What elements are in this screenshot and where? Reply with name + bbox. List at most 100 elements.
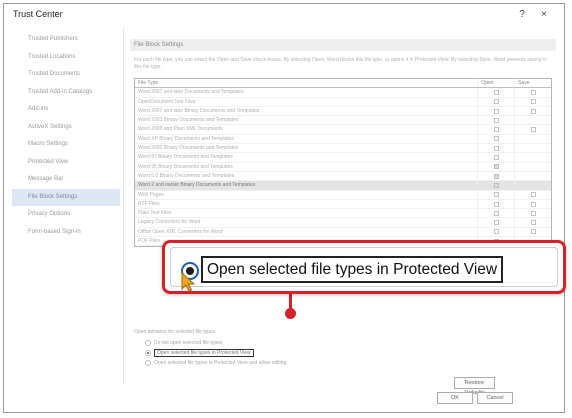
callout-inner: Open selected file types in Protected Vi… [170,247,558,287]
table-row[interactable]: Word 2 and earlier Binary Documents and … [135,181,551,191]
option-do-not-open[interactable]: Do not open selected file types [145,339,222,347]
file-type-cell: Office Open XML Converters for Word [138,228,223,235]
open-cell [477,97,514,106]
sidebar-item-trusted-add-in-catalogs[interactable]: Trusted Add-in Catalogs [12,84,120,102]
save-cell [514,88,551,97]
file-type-cell: Word 2 and earlier Binary Documents and … [138,182,256,189]
save-cell [514,144,551,153]
save-checkbox[interactable] [530,127,536,133]
save-cell [514,116,551,125]
table-row[interactable]: Word 95 Binary Documents and Templates [135,162,551,172]
sidebar-item-trusted-documents[interactable]: Trusted Documents [12,66,120,84]
sidebar-item-trusted-locations[interactable]: Trusted Locations [12,49,120,67]
open-checkbox[interactable] [493,89,499,95]
table-row[interactable]: OpenDocument Text Files [135,97,551,107]
file-type-cell: Legacy Converters for Word [138,219,201,226]
table-header: File Type Open Save [135,79,551,89]
sidebar-item-privacy-options[interactable]: Privacy Options [12,206,120,224]
save-checkbox[interactable] [530,108,536,114]
sidebar-item-macro-settings[interactable]: Macro Settings [12,136,120,154]
file-type-cell: Word 2007 and later Documents and Templa… [138,89,244,96]
radio-open-protected-view[interactable] [145,350,151,356]
table-row[interactable]: Word 2003 and Plain XML Documents [135,125,551,135]
help-button[interactable]: ? [513,7,531,23]
close-button[interactable]: × [535,7,553,23]
save-cell [514,162,551,171]
table-row[interactable]: Word 97 Binary Documents and Templates [135,153,551,163]
open-checkbox[interactable] [493,145,499,151]
file-type-cell: RTF Files [138,200,160,207]
sidebar-item-activex-settings[interactable]: ActiveX Settings [12,119,120,137]
sidebar-item-protected-view[interactable]: Protected View [12,154,120,172]
save-checkbox[interactable] [530,201,536,207]
radio-open-protected-view-allow-editing[interactable] [145,360,151,366]
open-checkbox[interactable] [493,201,499,207]
sidebar-item-add-ins[interactable]: Add-ins [12,101,120,119]
save-checkbox[interactable] [530,210,536,216]
open-cell [477,125,514,134]
save-checkbox[interactable] [530,192,536,198]
option-open-protected-view-allow-editing-label: Open selected file types in Protected Vi… [154,360,287,366]
sidebar-item-message-bar[interactable]: Message Bar [12,171,120,189]
open-checkbox[interactable] [493,229,499,235]
table-row[interactable]: Word 6.0 Binary Documents and Templates [135,171,551,182]
open-checkbox[interactable] [493,136,499,142]
zoom-callout: Open selected file types in Protected Vi… [162,240,566,294]
open-checkbox[interactable] [493,173,499,179]
open-checkbox[interactable] [493,220,499,226]
save-checkbox[interactable] [530,229,536,235]
open-checkbox[interactable] [493,108,499,114]
main-panel: File Block Settings For each file type, … [128,31,558,396]
table-row[interactable]: Word 2007 and later Documents and Templa… [135,88,551,98]
file-type-cell: Word 2000 Binary Documents and Templates [138,145,239,152]
open-checkbox[interactable] [493,164,499,170]
radio-do-not-open[interactable] [145,340,151,346]
cancel-button[interactable]: Cancel [477,392,513,404]
option-do-not-open-label: Do not open selected file types [154,340,223,346]
callout-pointer-dot [285,308,296,319]
open-checkbox[interactable] [493,210,499,216]
file-type-cell: Word XP Binary Documents and Templates [138,135,234,142]
table-row[interactable]: Legacy Converters for Word [135,218,551,228]
save-cell [514,227,551,237]
option-open-protected-view[interactable]: Open selected file types in Protected Vi… [145,349,254,357]
sidebar-item-file-block-settings[interactable]: File Block Settings [12,188,120,206]
open-checkbox[interactable] [493,182,499,188]
save-checkbox[interactable] [530,220,536,226]
open-cell [477,116,514,125]
sidebar-divider [123,28,124,384]
table-row[interactable]: Word 2003 Binary Documents and Templates [135,116,551,126]
open-checkbox[interactable] [493,99,499,105]
open-cell [477,88,514,97]
open-checkbox[interactable] [493,192,499,198]
open-behavior-label: Open behavior for selected file types: [134,329,217,335]
save-checkbox[interactable] [530,99,536,105]
table-row[interactable]: Office Open XML Converters for Word [135,227,551,238]
column-header-file-type: File Type [138,80,159,86]
open-cell [477,190,514,199]
callout-option-label: Open selected file types in Protected Vi… [201,256,504,283]
table-row[interactable]: Word 2000 Binary Documents and Templates [135,144,551,154]
option-open-protected-view-allow-editing[interactable]: Open selected file types in Protected Vi… [145,359,286,367]
table-row[interactable]: Word 2007 and later Binary Documents and… [135,106,551,117]
sidebar-item-form-based-sign-in[interactable]: Form-based Sign-in [12,224,120,242]
table-row[interactable]: Word XP Binary Documents and Templates [135,134,551,145]
table-row[interactable]: Plain Text Files [135,209,551,219]
save-cell [514,125,551,134]
open-checkbox[interactable] [493,127,499,133]
file-type-cell: OpenDocument Text Files [138,98,196,105]
restore-defaults-button[interactable]: Restore Defaults [454,377,495,396]
table-row[interactable]: Web Pages [135,190,551,200]
ok-button[interactable]: OK [437,392,473,404]
file-type-cell: Word 2003 and Plain XML Documents [138,126,223,133]
open-cell [477,218,514,227]
save-checkbox[interactable] [530,89,536,95]
open-checkbox[interactable] [493,117,499,123]
table-row[interactable]: RTF Files [135,199,551,210]
open-checkbox[interactable] [493,155,499,161]
save-cell [514,134,551,144]
open-cell [477,199,514,209]
open-cell [477,134,514,144]
sidebar-item-trusted-publishers[interactable]: Trusted Publishers [12,31,120,49]
save-cell [514,106,551,116]
